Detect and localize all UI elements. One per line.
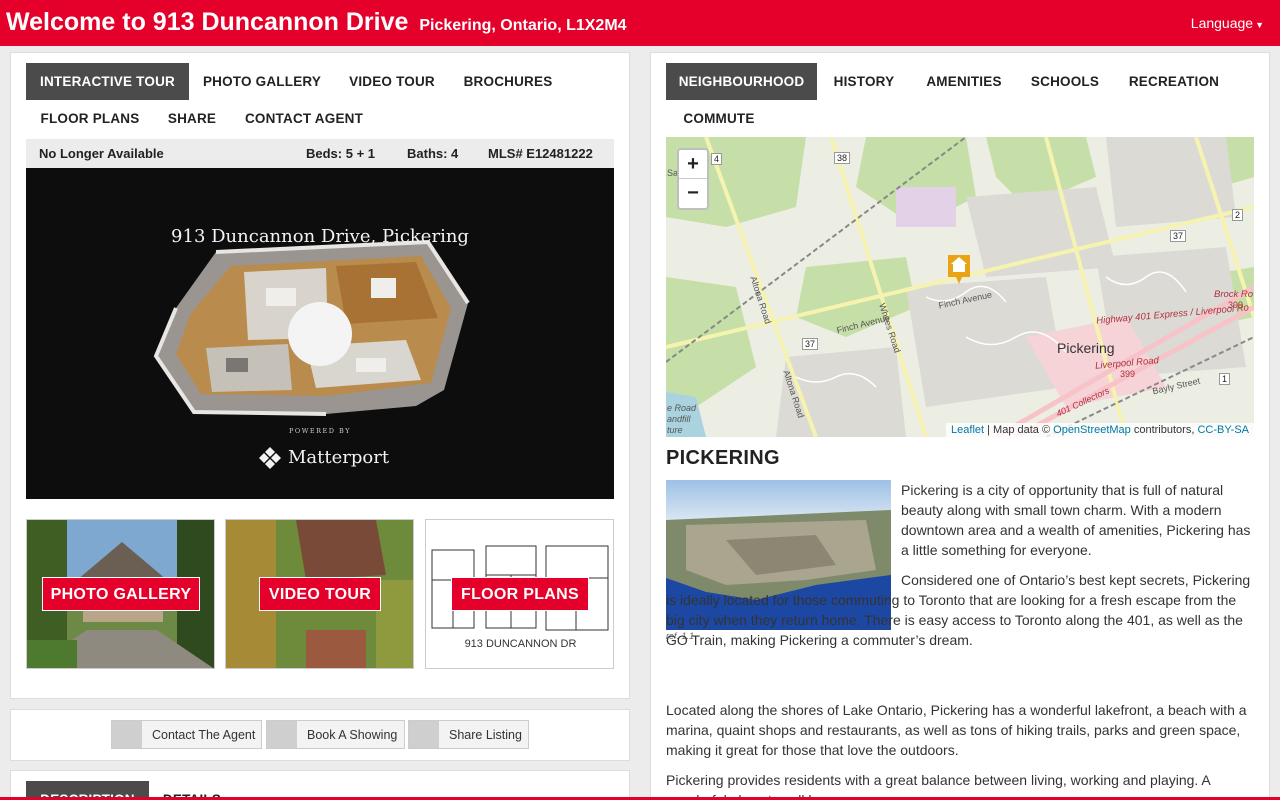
- floor-plans-button[interactable]: FLOOR PLANS: [451, 577, 589, 611]
- share-icon: [409, 721, 439, 748]
- listing-status: No Longer Available: [39, 146, 164, 161]
- map-zoom-control: + −: [677, 148, 709, 210]
- photo-gallery-button[interactable]: PHOTO GALLERY: [42, 577, 200, 611]
- map-label-landfill: ture: [667, 425, 683, 435]
- book-showing-button[interactable]: Book A Showing: [266, 720, 405, 749]
- map-label-route-399: 399: [1120, 369, 1136, 379]
- tab-history[interactable]: HISTORY: [826, 63, 902, 100]
- description-paragraph: Located along the shores of Lake Ontario…: [666, 702, 1247, 758]
- play-icon[interactable]: [288, 302, 352, 366]
- tab-recreation[interactable]: RECREATION: [1119, 63, 1229, 100]
- envelope-icon: [112, 721, 142, 748]
- tour-title: 913 Duncannon Drive, Pickering: [171, 226, 469, 247]
- contact-agent-button[interactable]: Contact The Agent: [111, 720, 262, 749]
- zoom-in-button[interactable]: +: [679, 150, 707, 179]
- matterport-logo: Matterport: [258, 446, 389, 470]
- baths-count: Baths: 4: [407, 146, 459, 161]
- map-label-route-38: 38: [834, 152, 851, 164]
- tab-video-tour[interactable]: VIDEO TOUR: [338, 63, 446, 100]
- matterport-brand: Matterport: [288, 447, 390, 468]
- map-label-route-37: 37: [1170, 230, 1187, 242]
- language-dropdown[interactable]: Language ▼: [1191, 15, 1264, 31]
- listing-info-bar: No Longer Available Beds: 5 + 1 Baths: 4…: [26, 139, 614, 168]
- zoom-out-button[interactable]: −: [679, 179, 707, 208]
- actions-panel: Contact The Agent Book A Showing Share L…: [10, 709, 630, 761]
- description-panel: DESCRIPTION DETAILS: [10, 770, 630, 800]
- map-label-route-37: 37: [802, 338, 819, 350]
- description-paragraph: Considered one of Ontario’s best kept se…: [666, 572, 1251, 648]
- license-link[interactable]: CC-BY-SA: [1197, 424, 1249, 436]
- photo-gallery-thumb[interactable]: PHOTO GALLERY: [26, 519, 215, 669]
- map-label-route-399: 399: [1228, 300, 1244, 310]
- tab-commute[interactable]: COMMUTE: [669, 100, 769, 137]
- openstreetmap-link[interactable]: OpenStreetMap: [1053, 424, 1131, 436]
- chevron-down-icon: ▼: [1255, 20, 1264, 30]
- map-label-route-4: 4: [711, 153, 723, 165]
- tab-contact-agent[interactable]: CONTACT AGENT: [237, 100, 371, 137]
- video-tour-thumb[interactable]: VIDEO TOUR: [225, 519, 414, 669]
- property-title: Welcome to 913 Duncannon Drive: [6, 8, 409, 36]
- tab-floor-plans[interactable]: FLOOR PLANS: [31, 100, 149, 137]
- description-paragraph: Pickering provides residents with a grea…: [666, 772, 1210, 800]
- share-listing-button[interactable]: Share Listing: [408, 720, 529, 749]
- tab-brochures[interactable]: BROCHURES: [455, 63, 561, 100]
- mls-number: MLS# E12481222: [488, 146, 593, 161]
- neighbourhood-map[interactable]: Pickering Finch Avenue Finch Avenue Alto…: [666, 137, 1254, 437]
- tab-neighbourhood[interactable]: NEIGHBOURHOOD: [666, 63, 817, 100]
- tab-schools[interactable]: SCHOOLS: [1025, 63, 1105, 100]
- matterport-icon: [259, 447, 281, 469]
- map-label-landfill: e Road: [667, 403, 697, 413]
- page-title: Welcome to 913 Duncannon Drive Pickering…: [6, 8, 627, 37]
- beds-count: Beds: 5 + 1: [306, 146, 376, 161]
- map-label-landfill: andfill: [667, 414, 691, 424]
- tab-interactive-tour[interactable]: INTERACTIVE TOUR: [26, 63, 189, 100]
- powered-by-label: POWERED BY: [289, 427, 351, 435]
- language-label: Language: [1190, 15, 1254, 31]
- floor-plan-caption: 913 DUNCANNON DR: [464, 638, 577, 650]
- neighbourhood-heading: PICKERING: [666, 447, 780, 469]
- video-tour-button[interactable]: VIDEO TOUR: [259, 577, 381, 611]
- map-label-brock-road: Brock Ro: [1214, 289, 1254, 300]
- property-address: Pickering, Ontario, L1X2M4: [419, 17, 627, 34]
- tour-panel: INTERACTIVE TOUR PHOTO GALLERY VIDEO TOU…: [10, 52, 630, 699]
- neighbourhood-panel: NEIGHBOURHOOD HISTORY AMENITIES SCHOOLS …: [650, 52, 1270, 800]
- calendar-icon: [267, 721, 297, 748]
- leaflet-link[interactable]: Leaflet: [951, 424, 984, 436]
- site-header: Welcome to 913 Duncannon Drive Pickering…: [0, 0, 1280, 46]
- tab-photo-gallery[interactable]: PHOTO GALLERY: [197, 63, 327, 100]
- floor-plans-thumb[interactable]: FLOOR PLANS 913 DUNCANNON DR: [425, 519, 614, 669]
- tab-share[interactable]: SHARE: [159, 100, 225, 137]
- map-label-route-1: 1: [1219, 373, 1231, 385]
- map-label-route-2: 2: [1232, 209, 1244, 221]
- tab-amenities[interactable]: AMENITIES: [917, 63, 1011, 100]
- map-attribution: Leaflet | Map data © OpenStreetMap contr…: [946, 423, 1254, 437]
- map-label-pickering: Pickering: [1057, 340, 1115, 356]
- matterport-viewer[interactable]: 913 Duncannon Drive, Pickering POWERED B…: [26, 168, 614, 499]
- description-paragraph: Pickering is a city of opportunity that …: [901, 482, 1251, 558]
